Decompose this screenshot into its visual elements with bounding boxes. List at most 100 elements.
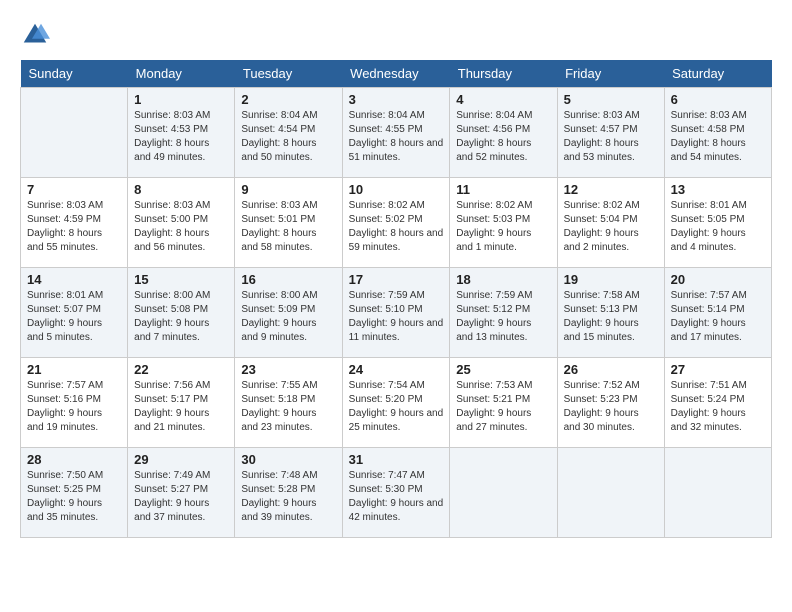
day-info: Sunrise: 8:03 AMSunset: 5:01 PMDaylight:… — [241, 199, 335, 255]
day-info: Sunrise: 8:02 AMSunset: 5:03 PMDaylight:… — [456, 199, 550, 255]
day-number: 29 — [134, 452, 228, 467]
day-info: Sunrise: 7:53 AMSunset: 5:21 PMDaylight:… — [456, 379, 550, 435]
calendar-cell — [21, 88, 128, 178]
day-number: 16 — [241, 272, 335, 287]
calendar-cell: 2 Sunrise: 8:04 AMSunset: 4:54 PMDaylight… — [235, 88, 342, 178]
calendar-cell: 10Sunrise: 8:02 AMSunset: 5:02 PMDayligh… — [342, 178, 450, 268]
day-info: Sunrise: 7:57 AMSunset: 5:16 PMDaylight:… — [27, 379, 121, 435]
calendar-cell: 15 Sunrise: 8:00 AMSunset: 5:08 PMDayligh… — [128, 268, 235, 358]
calendar-cell: 24Sunrise: 7:54 AMSunset: 5:20 PMDayligh… — [342, 358, 450, 448]
calendar-cell: 27Sunrise: 7:51 AMSunset: 5:24 PMDayligh… — [664, 358, 771, 448]
weekday-friday: Friday — [557, 60, 664, 88]
day-info: Sunrise: 7:50 AMSunset: 5:25 PMDaylight:… — [27, 469, 121, 525]
calendar-week-row: 14 Sunrise: 8:01 AMSunset: 5:07 PMDayligh… — [21, 268, 772, 358]
day-info: Sunrise: 8:00 AMSunset: 5:09 PMDaylight:… — [241, 289, 335, 345]
calendar-week-row: 21 Sunrise: 7:57 AMSunset: 5:16 PMDayligh… — [21, 358, 772, 448]
day-info: Sunrise: 7:59 AMSunset: 5:10 PMDaylight:… — [349, 289, 444, 345]
day-info: Sunrise: 8:03 AMSunset: 4:59 PMDaylight:… — [27, 199, 121, 255]
day-info: Sunrise: 8:03 AMSunset: 4:58 PMDaylight:… — [671, 109, 765, 165]
calendar-table: SundayMondayTuesdayWednesdayThursdayFrid… — [20, 60, 772, 538]
day-number: 18 — [456, 272, 550, 287]
calendar-cell: 9 Sunrise: 8:03 AMSunset: 5:01 PMDaylight… — [235, 178, 342, 268]
day-number: 8 — [134, 182, 228, 197]
day-info: Sunrise: 8:04 AMSunset: 4:54 PMDaylight:… — [241, 109, 335, 165]
day-info: Sunrise: 8:04 AMSunset: 4:55 PMDaylight:… — [349, 109, 444, 165]
day-number: 1 — [134, 92, 228, 107]
day-info: Sunrise: 7:48 AMSunset: 5:28 PMDaylight:… — [241, 469, 335, 525]
day-number: 9 — [241, 182, 335, 197]
logo-icon — [20, 20, 50, 50]
calendar-cell: 13 Sunrise: 8:01 AMSunset: 5:05 PMDayligh… — [664, 178, 771, 268]
calendar-cell: 28 Sunrise: 7:50 AMSunset: 5:25 PMDayligh… — [21, 448, 128, 538]
calendar-cell: 14 Sunrise: 8:01 AMSunset: 5:07 PMDayligh… — [21, 268, 128, 358]
day-info: Sunrise: 7:54 AMSunset: 5:20 PMDaylight:… — [349, 379, 444, 435]
calendar-cell: 7 Sunrise: 8:03 AMSunset: 4:59 PMDaylight… — [21, 178, 128, 268]
day-number: 19 — [564, 272, 658, 287]
weekday-saturday: Saturday — [664, 60, 771, 88]
day-number: 31 — [349, 452, 444, 467]
day-number: 5 — [564, 92, 658, 107]
day-info: Sunrise: 7:59 AMSunset: 5:12 PMDaylight:… — [456, 289, 550, 345]
day-number: 21 — [27, 362, 121, 377]
day-number: 22 — [134, 362, 228, 377]
day-number: 17 — [349, 272, 444, 287]
calendar-cell: 19 Sunrise: 7:58 AMSunset: 5:13 PMDayligh… — [557, 268, 664, 358]
day-info: Sunrise: 8:02 AMSunset: 5:04 PMDaylight:… — [564, 199, 658, 255]
day-number: 14 — [27, 272, 121, 287]
day-number: 3 — [349, 92, 444, 107]
day-number: 20 — [671, 272, 765, 287]
day-number: 10 — [349, 182, 444, 197]
day-info: Sunrise: 8:04 AMSunset: 4:56 PMDaylight:… — [456, 109, 550, 165]
weekday-tuesday: Tuesday — [235, 60, 342, 88]
day-info: Sunrise: 7:47 AMSunset: 5:30 PMDaylight:… — [349, 469, 444, 525]
day-info: Sunrise: 8:01 AMSunset: 5:05 PMDaylight:… — [671, 199, 765, 255]
weekday-wednesday: Wednesday — [342, 60, 450, 88]
calendar-cell: 30 Sunrise: 7:48 AMSunset: 5:28 PMDayligh… — [235, 448, 342, 538]
day-number: 4 — [456, 92, 550, 107]
weekday-header-row: SundayMondayTuesdayWednesdayThursdayFrid… — [21, 60, 772, 88]
calendar-cell: 1 Sunrise: 8:03 AMSunset: 4:53 PMDaylight… — [128, 88, 235, 178]
day-info: Sunrise: 7:57 AMSunset: 5:14 PMDaylight:… — [671, 289, 765, 345]
calendar-cell: 25 Sunrise: 7:53 AMSunset: 5:21 PMDayligh… — [450, 358, 557, 448]
day-info: Sunrise: 7:52 AMSunset: 5:23 PMDaylight:… — [564, 379, 658, 435]
calendar-cell: 12 Sunrise: 8:02 AMSunset: 5:04 PMDayligh… — [557, 178, 664, 268]
day-number: 28 — [27, 452, 121, 467]
day-number: 15 — [134, 272, 228, 287]
calendar-cell: 5 Sunrise: 8:03 AMSunset: 4:57 PMDaylight… — [557, 88, 664, 178]
calendar-cell: 8 Sunrise: 8:03 AMSunset: 5:00 PMDaylight… — [128, 178, 235, 268]
calendar-cell — [557, 448, 664, 538]
day-info: Sunrise: 8:03 AMSunset: 5:00 PMDaylight:… — [134, 199, 228, 255]
day-number: 25 — [456, 362, 550, 377]
day-info: Sunrise: 8:03 AMSunset: 4:57 PMDaylight:… — [564, 109, 658, 165]
calendar-cell: 23Sunrise: 7:55 AMSunset: 5:18 PMDayligh… — [235, 358, 342, 448]
weekday-monday: Monday — [128, 60, 235, 88]
calendar-cell: 11Sunrise: 8:02 AMSunset: 5:03 PMDayligh… — [450, 178, 557, 268]
calendar-cell — [450, 448, 557, 538]
calendar-cell — [664, 448, 771, 538]
calendar-cell: 20 Sunrise: 7:57 AMSunset: 5:14 PMDayligh… — [664, 268, 771, 358]
day-info: Sunrise: 7:56 AMSunset: 5:17 PMDaylight:… — [134, 379, 228, 435]
calendar-week-row: 28 Sunrise: 7:50 AMSunset: 5:25 PMDayligh… — [21, 448, 772, 538]
day-info: Sunrise: 8:03 AMSunset: 4:53 PMDaylight:… — [134, 109, 228, 165]
calendar-cell: 4 Sunrise: 8:04 AMSunset: 4:56 PMDaylight… — [450, 88, 557, 178]
calendar-week-row: 7 Sunrise: 8:03 AMSunset: 4:59 PMDaylight… — [21, 178, 772, 268]
day-number: 13 — [671, 182, 765, 197]
day-info: Sunrise: 8:01 AMSunset: 5:07 PMDaylight:… — [27, 289, 121, 345]
calendar-cell: 18 Sunrise: 7:59 AMSunset: 5:12 PMDayligh… — [450, 268, 557, 358]
day-number: 30 — [241, 452, 335, 467]
calendar-cell: 22 Sunrise: 7:56 AMSunset: 5:17 PMDayligh… — [128, 358, 235, 448]
day-number: 2 — [241, 92, 335, 107]
calendar-cell: 31 Sunrise: 7:47 AMSunset: 5:30 PMDayligh… — [342, 448, 450, 538]
logo — [20, 20, 54, 50]
day-info: Sunrise: 7:49 AMSunset: 5:27 PMDaylight:… — [134, 469, 228, 525]
calendar-cell: 16 Sunrise: 8:00 AMSunset: 5:09 PMDayligh… — [235, 268, 342, 358]
weekday-sunday: Sunday — [21, 60, 128, 88]
day-number: 6 — [671, 92, 765, 107]
day-info: Sunrise: 7:51 AMSunset: 5:24 PMDaylight:… — [671, 379, 765, 435]
day-number: 12 — [564, 182, 658, 197]
calendar-cell: 21 Sunrise: 7:57 AMSunset: 5:16 PMDayligh… — [21, 358, 128, 448]
calendar-cell: 3 Sunrise: 8:04 AMSunset: 4:55 PMDaylight… — [342, 88, 450, 178]
day-number: 7 — [27, 182, 121, 197]
day-info: Sunrise: 8:00 AMSunset: 5:08 PMDaylight:… — [134, 289, 228, 345]
day-info: Sunrise: 7:58 AMSunset: 5:13 PMDaylight:… — [564, 289, 658, 345]
